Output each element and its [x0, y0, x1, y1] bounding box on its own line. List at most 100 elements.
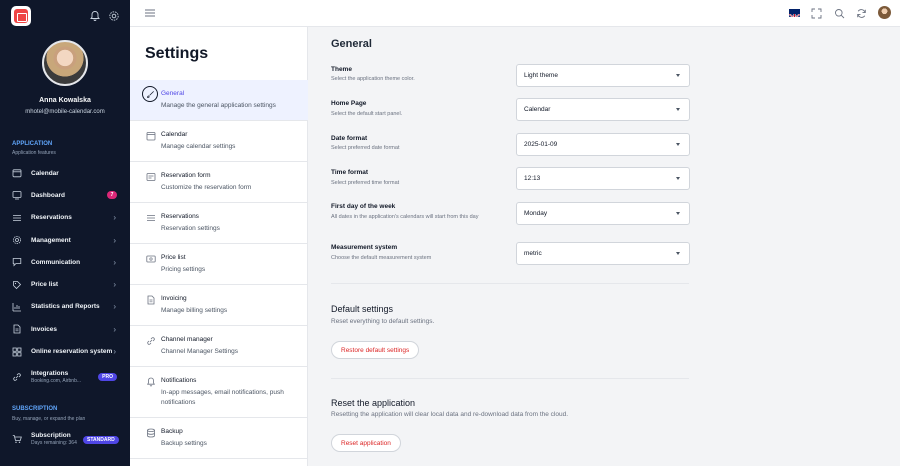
price-list-icon: [146, 255, 156, 263]
sidebar-item-integrations[interactable]: Integrations Booking.com, Airbnb... PRO: [0, 363, 130, 391]
pro-badge: PRO: [98, 372, 117, 381]
chevron-right-icon: ›: [113, 280, 116, 290]
search-icon[interactable]: [834, 8, 845, 19]
cart-icon: [12, 435, 22, 443]
home-page-select[interactable]: Calendar: [516, 98, 690, 121]
reset-app-heading: Reset the application: [331, 398, 416, 408]
price-tag-icon: [13, 280, 22, 289]
bell-icon[interactable]: [89, 10, 101, 22]
sidebar-item-price-list[interactable]: Price list ›: [0, 273, 130, 295]
default-settings-desc: Reset everything to default settings.: [331, 318, 435, 325]
settings-item-notifications[interactable]: Notifications In-app messages, email not…: [130, 367, 308, 418]
sidebar-item-management[interactable]: Management ›: [0, 229, 130, 251]
calendar-icon: [12, 169, 22, 178]
sidebar-item-label: Management: [31, 236, 71, 244]
chevron-right-icon: ›: [113, 213, 116, 223]
settings-item-desc: Channel Manager Settings: [161, 348, 238, 355]
calendar-icon: [146, 132, 156, 141]
settings-item-general[interactable]: General Manage the general application s…: [130, 80, 308, 121]
sidebar-item-invoices[interactable]: Invoices ›: [0, 318, 130, 340]
settings-item-reservations[interactable]: Reservations Reservation settings: [130, 203, 308, 244]
settings-item-title: Invoicing: [161, 295, 187, 302]
settings-item-calendar[interactable]: Calendar Manage calendar settings: [130, 121, 308, 162]
sidebar-item-calendar[interactable]: Calendar: [0, 162, 130, 184]
language-flag-icon[interactable]: [789, 9, 800, 17]
settings-item-reservation-form[interactable]: Reservation form Customize the reservati…: [130, 162, 308, 203]
time-format-label: Time format: [331, 169, 369, 176]
settings-item-desc: Customize the reservation form: [161, 184, 252, 191]
globe-icon: [12, 347, 22, 356]
measurement-select[interactable]: metric: [516, 242, 690, 265]
restore-defaults-button[interactable]: Restore default settings: [331, 341, 420, 359]
reset-application-button[interactable]: Reset application: [331, 434, 401, 452]
home-page-label: Home Page: [331, 100, 367, 107]
sidebar-item-reservations[interactable]: Reservations ›: [0, 207, 130, 229]
application-section-title: APPLICATION: [12, 141, 53, 147]
settings-item-desc: Manage calendar settings: [161, 143, 236, 150]
dashboard-count-badge: 7: [107, 191, 117, 200]
first-day-select[interactable]: Monday: [516, 202, 690, 225]
chevron-right-icon: ›: [113, 302, 116, 312]
database-icon: [147, 428, 155, 438]
top-bar: [130, 0, 900, 27]
user-avatar-small[interactable]: [878, 6, 891, 19]
form-icon: [146, 173, 156, 181]
theme-select[interactable]: Light theme: [516, 64, 690, 87]
sidebar-nav: Calendar Dashboard 7 Reservations › Mana…: [0, 162, 130, 391]
theme-select-value: Light theme: [524, 72, 558, 79]
user-name: Anna Kowalska: [39, 97, 91, 104]
sidebar-item-label: Dashboard: [31, 191, 65, 199]
chevron-right-icon: ›: [113, 235, 116, 245]
gear-icon[interactable]: [108, 10, 120, 22]
app-logo[interactable]: [11, 6, 31, 26]
settings-item-price-list[interactable]: Price list Pricing settings: [130, 244, 308, 285]
settings-item-desc: Reservation settings: [161, 225, 220, 232]
settings-menu: General Manage the general application s…: [130, 80, 308, 459]
list-icon: [13, 214, 21, 221]
theme-label: Theme: [331, 66, 352, 73]
time-format-select[interactable]: 12:13: [516, 167, 690, 190]
settings-item-title: Notifications: [161, 377, 197, 384]
settings-item-title: Channel manager: [161, 336, 213, 343]
sidebar-item-statistics[interactable]: Statistics and Reports ›: [0, 296, 130, 318]
sidebar-item-label: Calendar: [31, 169, 59, 177]
logo-calendar-icon: [14, 9, 28, 23]
settings-item-channel-manager[interactable]: Channel manager Channel Manager Settings: [130, 326, 308, 367]
subscription-section-subtitle: Buy, manage, or expand the plan: [12, 416, 86, 422]
settings-item-desc: Pricing settings: [161, 266, 206, 273]
settings-item-desc: Manage billing settings: [161, 307, 228, 314]
refresh-icon[interactable]: [856, 8, 867, 19]
standard-badge: STANDARD: [83, 436, 119, 444]
sidebar-item-dashboard[interactable]: Dashboard 7: [0, 184, 130, 206]
chevron-right-icon: ›: [113, 347, 116, 357]
date-format-select[interactable]: 2025-01-09: [516, 133, 690, 156]
chevron-right-icon: ›: [113, 257, 116, 267]
time-format-select-value: 12:13: [524, 175, 541, 182]
user-email: mhotel@mobile-calendar.com: [25, 109, 105, 115]
first-day-label: First day of the week: [331, 203, 396, 210]
hamburger-menu-icon[interactable]: [145, 9, 155, 17]
settings-item-invoicing[interactable]: Invoicing Manage billing settings: [130, 285, 308, 326]
caret-down-icon: [676, 177, 680, 180]
sidebar-item-communication[interactable]: Communication ›: [0, 251, 130, 273]
bell-icon: [147, 377, 155, 387]
chart-icon: [12, 302, 21, 312]
sidebar-item-online-reservation[interactable]: Online reservation system ›: [0, 340, 130, 362]
sidebar-item-label: Reservations: [31, 214, 72, 222]
settings-item-backup[interactable]: Backup Backup settings: [130, 418, 308, 459]
reset-app-desc: Resetting the application will clear loc…: [331, 411, 569, 418]
measurement-label: Measurement system: [331, 244, 398, 251]
settings-item-desc: Manage the general application settings: [161, 102, 276, 109]
subscription-label: Subscription: [31, 432, 71, 439]
user-avatar[interactable]: [42, 40, 88, 86]
fullscreen-icon[interactable]: [811, 8, 822, 19]
first-day-select-value: Monday: [524, 210, 548, 217]
sidebar-item-subscription[interactable]: Subscription Days remaining: 364: [12, 432, 77, 446]
measurement-select-value: metric: [524, 250, 542, 257]
settings-item-title: General: [161, 90, 185, 97]
settings-item-title: Calendar: [161, 131, 188, 138]
chevron-right-icon: ›: [113, 324, 116, 334]
time-format-desc: Select preferred time format: [331, 180, 400, 186]
sidebar-item-label: Online reservation system: [31, 348, 113, 356]
gear-icon: [13, 236, 21, 245]
